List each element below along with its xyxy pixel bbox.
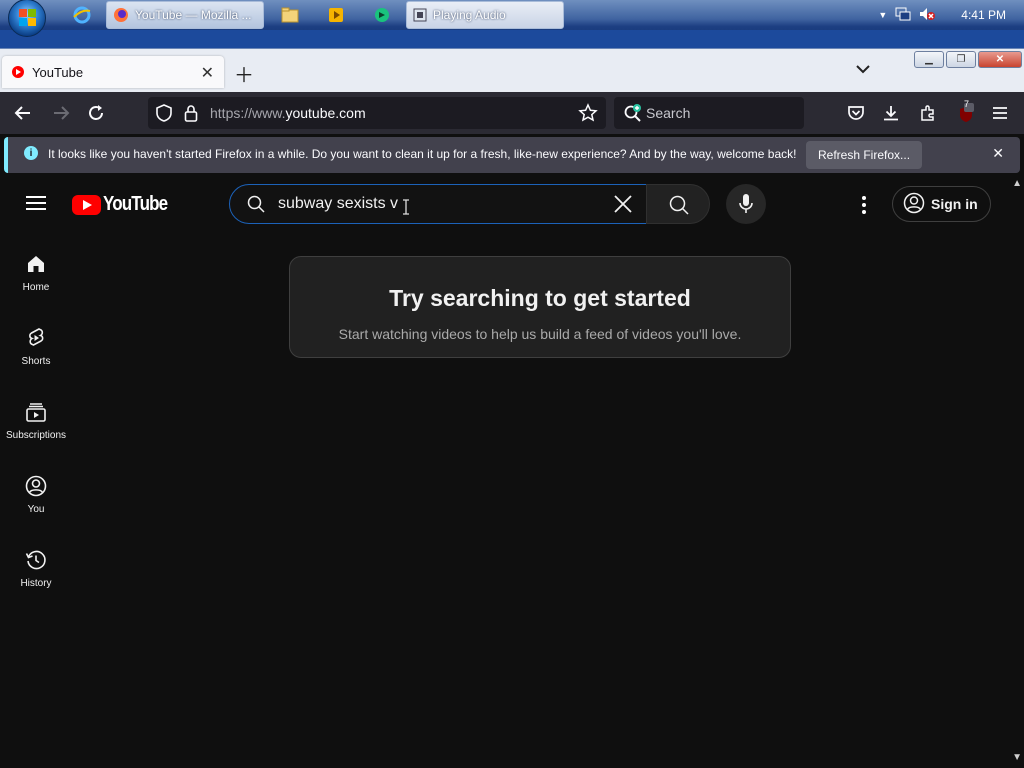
taskbar-firefox-label: YouTube — Mozilla ...: [135, 8, 252, 22]
guide-item-label: Subscriptions: [5, 430, 67, 441]
guide-item-history[interactable]: History: [0, 536, 72, 610]
notification-message: It looks like you haven't started Firefo…: [48, 147, 797, 161]
reload-icon[interactable]: [85, 102, 107, 124]
windows-logo-icon: [19, 9, 37, 27]
guide-item-label: You: [27, 504, 45, 515]
sign-in-label: Sign in: [931, 196, 978, 212]
search-icon: [246, 194, 266, 214]
scroll-down-arrow-icon[interactable]: ▼: [1012, 752, 1022, 763]
home-icon: [28, 256, 44, 272]
tab-youtube[interactable]: YouTube ✕: [2, 56, 224, 88]
lock-icon[interactable]: [184, 104, 198, 127]
firefox-icon: [114, 8, 128, 22]
downloads-icon[interactable]: [880, 102, 902, 124]
browser-toolbar: https://www.youtube.com Search 7: [0, 92, 1024, 134]
tab-close-icon[interactable]: ✕: [201, 63, 214, 83]
forward-arrow-icon[interactable]: [50, 102, 72, 124]
bookmark-star-icon[interactable]: [578, 103, 598, 128]
back-arrow-icon[interactable]: [12, 102, 34, 124]
empty-feed-prompt: Try searching to get started Start watch…: [289, 256, 791, 358]
list-all-tabs-icon[interactable]: [856, 61, 870, 77]
microphone-icon: [738, 193, 754, 220]
youtube-play-icon: [72, 194, 101, 215]
search-button[interactable]: [646, 184, 710, 224]
sign-in-button[interactable]: Sign in: [892, 186, 991, 222]
guide-item-home[interactable]: Home: [0, 240, 72, 314]
taskbar-audio-label: Playing Audio: [433, 8, 506, 22]
extension-badge: 7: [964, 99, 970, 109]
search-engine-icon[interactable]: [623, 104, 643, 127]
ublock-icon[interactable]: 7: [953, 99, 975, 124]
guide-item-you[interactable]: You: [0, 462, 72, 536]
guide-menu-icon[interactable]: [26, 196, 46, 210]
tray-expand-icon[interactable]: ▼: [878, 10, 887, 20]
media-player-icon[interactable]: [324, 4, 348, 26]
restore-button[interactable]: ❐: [946, 51, 976, 68]
you-icon: [25, 475, 47, 497]
audio-icon: [413, 8, 427, 22]
window-close-button[interactable]: ✕: [978, 51, 1022, 68]
browser-search-bar[interactable]: Search: [614, 97, 804, 129]
notification-close-icon[interactable]: ✕: [992, 145, 1004, 162]
app-menu-icon[interactable]: [989, 102, 1011, 124]
new-tab-icon[interactable]: ＋: [234, 59, 254, 88]
account-circle-icon: [903, 192, 925, 217]
youtube-logo-text: YouTube: [103, 193, 168, 215]
subscriptions-icon: [26, 403, 46, 422]
network-icon[interactable]: [895, 7, 911, 24]
app-icon[interactable]: [370, 4, 394, 26]
youtube-favicon-icon: [12, 66, 24, 78]
volume-muted-icon[interactable]: [919, 7, 936, 24]
clock[interactable]: 4:41 PM: [961, 8, 1006, 22]
url-text: https://www.youtube.com: [210, 105, 366, 121]
taskbar-strip: [0, 30, 1024, 48]
taskbar-audio-button[interactable]: Playing Audio: [406, 1, 564, 29]
guide-item-label: History: [20, 578, 52, 589]
settings-more-icon[interactable]: [858, 194, 870, 216]
taskbar-firefox-button[interactable]: YouTube — Mozilla ...: [106, 1, 264, 29]
window-controls: ▁ ❐ ✕: [914, 51, 1022, 68]
url-scheme: https://www.: [210, 105, 286, 121]
system-tray: ▼ 4:41 PM: [878, 0, 1024, 30]
guide-item-subscriptions[interactable]: Subscriptions: [0, 388, 72, 462]
search-button-icon: [668, 194, 690, 221]
pocket-icon[interactable]: [845, 102, 867, 124]
scroll-up-arrow-icon[interactable]: ▲: [1012, 178, 1022, 189]
youtube-logo[interactable]: YouTube: [72, 193, 179, 216]
youtube-search-input[interactable]: subway sexists v: [229, 184, 647, 224]
info-icon: i: [24, 146, 38, 160]
shorts-icon: [29, 328, 44, 346]
address-bar[interactable]: https://www.youtube.com: [148, 97, 606, 129]
search-query-text: subway sexists v: [278, 195, 399, 212]
youtube-masthead: YouTube subway sexists v Sign in: [0, 176, 1010, 232]
voice-search-button[interactable]: [726, 184, 766, 224]
start-button[interactable]: [8, 0, 46, 37]
history-icon: [25, 550, 46, 570]
guide-item-shorts[interactable]: Shorts: [0, 314, 72, 388]
refresh-firefox-button[interactable]: Refresh Firefox...: [806, 141, 923, 169]
minimize-button[interactable]: ▁: [914, 51, 944, 68]
tab-title: YouTube: [32, 64, 84, 80]
clear-search-icon[interactable]: [610, 191, 636, 217]
text-cursor-icon: [402, 199, 410, 220]
empty-feed-title: Try searching to get started: [389, 285, 691, 311]
url-domain: youtube.com: [285, 105, 366, 121]
internet-explorer-icon[interactable]: [70, 4, 94, 26]
browser-tab-strip: YouTube ✕ ＋ ▁ ❐ ✕: [0, 48, 1024, 92]
search-placeholder: Search: [646, 105, 691, 121]
tracking-protection-icon[interactable]: [156, 104, 172, 127]
file-explorer-icon[interactable]: [278, 4, 302, 26]
firefox-notification-bar: i It looks like you haven't started Fire…: [4, 137, 1020, 173]
guide-item-label: Home: [22, 282, 50, 293]
extensions-icon[interactable]: [917, 102, 939, 124]
windows-taskbar: YouTube — Mozilla ... Playing Audio ▼ 4:…: [0, 0, 1024, 48]
guide-item-label: Shorts: [21, 356, 51, 367]
empty-feed-subtitle: Start watching videos to help us build a…: [338, 326, 742, 342]
